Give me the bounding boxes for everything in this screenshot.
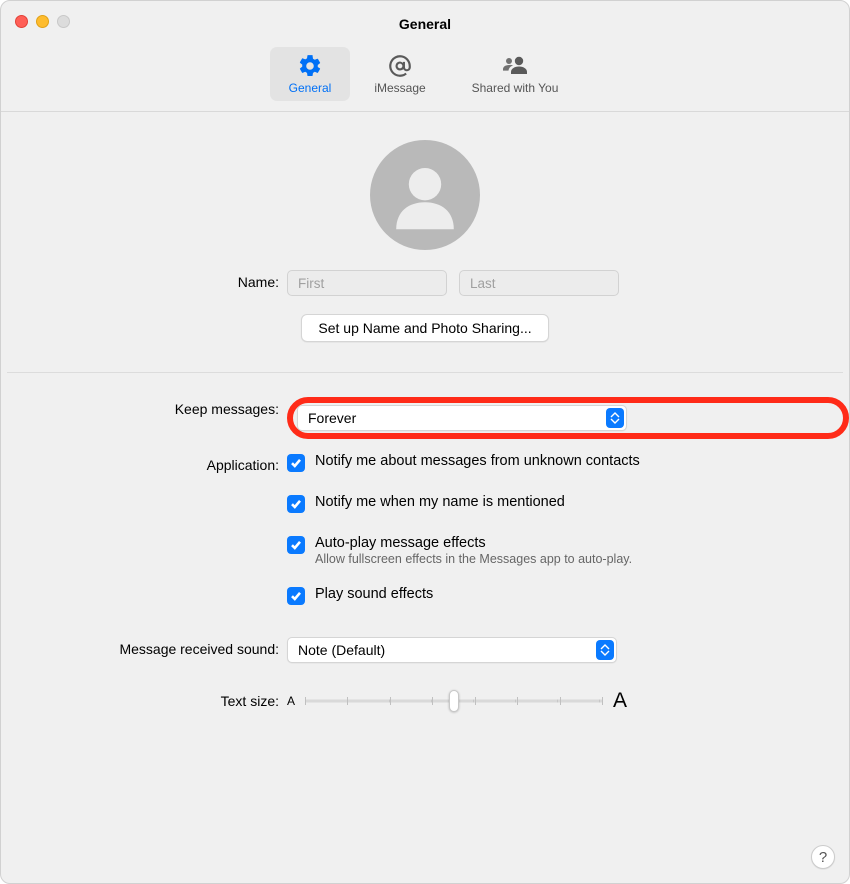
keep-messages-label: Keep messages: bbox=[1, 397, 287, 417]
application-label: Application: bbox=[1, 453, 287, 473]
gear-icon bbox=[295, 53, 325, 79]
select-stepper-icon bbox=[606, 408, 624, 428]
first-name-field[interactable] bbox=[287, 270, 447, 296]
window-title: General bbox=[1, 1, 849, 47]
last-name-field[interactable] bbox=[459, 270, 619, 296]
keep-messages-select[interactable]: Forever bbox=[297, 405, 627, 431]
toolbar: General iMessage Shared with You bbox=[1, 47, 849, 112]
tab-imessage[interactable]: iMessage bbox=[360, 47, 440, 101]
text-size-big-a: A bbox=[613, 689, 627, 713]
message-sound-label: Message received sound: bbox=[1, 637, 287, 657]
notify-unknown-checkbox[interactable] bbox=[287, 454, 305, 472]
keep-messages-value: Forever bbox=[308, 410, 356, 426]
name-label: Name: bbox=[1, 270, 287, 290]
select-stepper-icon bbox=[596, 640, 614, 660]
message-sound-value: Note (Default) bbox=[298, 642, 385, 658]
window-controls bbox=[15, 15, 70, 28]
zoom-window-button[interactable] bbox=[57, 15, 70, 28]
tab-imessage-label: iMessage bbox=[374, 81, 425, 95]
autoplay-effects-checkbox[interactable] bbox=[287, 536, 305, 554]
play-sound-effects-checkbox[interactable] bbox=[287, 587, 305, 605]
play-sound-effects-label: Play sound effects bbox=[315, 586, 433, 602]
at-icon bbox=[385, 53, 415, 79]
close-window-button[interactable] bbox=[15, 15, 28, 28]
notify-unknown-label: Notify me about messages from unknown co… bbox=[315, 453, 640, 469]
text-size-small-a: A bbox=[287, 694, 295, 708]
autoplay-effects-sublabel: Allow fullscreen effects in the Messages… bbox=[315, 552, 849, 566]
notify-mention-checkbox[interactable] bbox=[287, 495, 305, 513]
text-size-label: Text size: bbox=[1, 689, 287, 709]
autoplay-effects-label: Auto-play message effects bbox=[315, 535, 486, 551]
content-area: Name: Set up Name and Photo Sharing... K… bbox=[1, 112, 849, 713]
text-size-slider[interactable] bbox=[305, 691, 603, 711]
keep-messages-highlight: Forever bbox=[287, 397, 849, 439]
tab-general[interactable]: General bbox=[270, 47, 350, 101]
notify-mention-label: Notify me when my name is mentioned bbox=[315, 494, 565, 510]
people-icon bbox=[500, 53, 530, 79]
person-icon bbox=[380, 150, 470, 240]
tab-shared-with-you[interactable]: Shared with You bbox=[450, 47, 580, 101]
help-button[interactable]: ? bbox=[811, 845, 835, 869]
message-sound-select[interactable]: Note (Default) bbox=[287, 637, 617, 663]
minimize-window-button[interactable] bbox=[36, 15, 49, 28]
help-icon: ? bbox=[819, 849, 827, 866]
titlebar: General bbox=[1, 1, 849, 47]
tab-shared-label: Shared with You bbox=[472, 81, 559, 95]
divider bbox=[7, 372, 843, 373]
avatar[interactable] bbox=[370, 140, 480, 250]
preferences-window: General General iMessage Sha bbox=[0, 0, 850, 884]
tab-general-label: General bbox=[289, 81, 332, 95]
setup-name-photo-button[interactable]: Set up Name and Photo Sharing... bbox=[301, 314, 548, 342]
